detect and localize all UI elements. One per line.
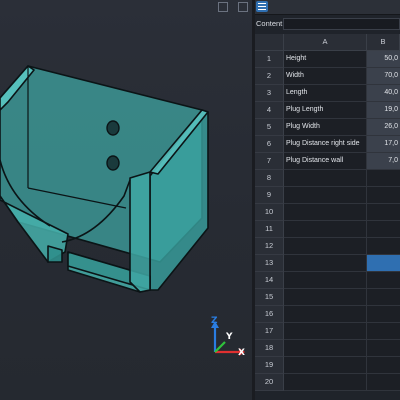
cell-b[interactable]: 40,0	[367, 85, 400, 102]
cell-b[interactable]	[367, 306, 400, 323]
cell-b[interactable]	[367, 340, 400, 357]
axis-x-label: X	[238, 348, 245, 358]
cell-b[interactable]	[367, 204, 400, 221]
row-header[interactable]: 2	[255, 68, 284, 85]
cell-b[interactable]	[367, 170, 400, 187]
cell-a[interactable]	[284, 374, 367, 391]
axis-z-label: Z	[211, 316, 218, 326]
cell-a[interactable]	[284, 187, 367, 204]
cell-b[interactable]	[367, 357, 400, 374]
row-header[interactable]: 15	[255, 289, 284, 306]
cell-b[interactable]	[367, 374, 400, 391]
spreadsheet-icon[interactable]	[256, 1, 268, 12]
cell-b[interactable]	[367, 187, 400, 204]
cell-a[interactable]	[284, 323, 367, 340]
cell-b[interactable]	[367, 272, 400, 289]
cell-b[interactable]	[367, 323, 400, 340]
cell-b[interactable]	[367, 289, 400, 306]
cell-a[interactable]: Plug Distance right side	[284, 136, 367, 153]
screw-hole-lower	[106, 155, 120, 171]
cell-a[interactable]	[284, 306, 367, 323]
cell-a[interactable]: Plug Width	[284, 119, 367, 136]
cell-a[interactable]	[284, 238, 367, 255]
cell-a[interactable]: Height	[284, 51, 367, 68]
axis-y-label: Y	[226, 332, 233, 342]
row-header[interactable]: 4	[255, 102, 284, 119]
row-header[interactable]: 16	[255, 306, 284, 323]
cell-a[interactable]: Plug Distance wall	[284, 153, 367, 170]
cell-a[interactable]	[284, 255, 367, 272]
spreadsheet-panel: Content: A B 1 Height 50,0 2 Width 70,0 3 Lengt…	[255, 0, 400, 400]
row-header[interactable]: 5	[255, 119, 284, 136]
column-header-b[interactable]: B	[367, 34, 400, 51]
row-header[interactable]: 13	[255, 255, 284, 272]
cell-a[interactable]: Width	[284, 68, 367, 85]
row-header[interactable]: 7	[255, 153, 284, 170]
cell-b[interactable]	[367, 221, 400, 238]
model-front-right-wall	[129, 171, 151, 293]
row-header[interactable]: 12	[255, 238, 284, 255]
row-header[interactable]: 20	[255, 374, 284, 391]
row-header[interactable]: 6	[255, 136, 284, 153]
cell-b[interactable]	[367, 238, 400, 255]
view-icon-1[interactable]	[218, 2, 228, 12]
row-header[interactable]: 11	[255, 221, 284, 238]
cell-b[interactable]: 17,0	[367, 136, 400, 153]
content-label: Content:	[256, 19, 285, 28]
row-header[interactable]: 3	[255, 85, 284, 102]
cell-a[interactable]	[284, 289, 367, 306]
cell-b[interactable]: 70,0	[367, 68, 400, 85]
content-bar: Content:	[255, 16, 400, 32]
cell-a[interactable]	[284, 170, 367, 187]
spreadsheet-toolbar	[255, 0, 400, 15]
cell-b[interactable]: 50,0	[367, 51, 400, 68]
screw-hole-upper	[106, 120, 120, 136]
cell-a[interactable]	[284, 340, 367, 357]
row-header[interactable]: 10	[255, 204, 284, 221]
column-header-a[interactable]: A	[284, 34, 367, 51]
row-header[interactable]: 18	[255, 340, 284, 357]
row-header[interactable]: 19	[255, 357, 284, 374]
cell-a[interactable]	[284, 357, 367, 374]
corner-header[interactable]	[255, 34, 284, 51]
content-input[interactable]	[283, 18, 400, 30]
cell-a[interactable]	[284, 221, 367, 238]
row-header[interactable]: 17	[255, 323, 284, 340]
cell-b-selected[interactable]	[367, 255, 400, 272]
cell-b[interactable]: 26,0	[367, 119, 400, 136]
cell-a[interactable]	[284, 204, 367, 221]
row-header[interactable]: 9	[255, 187, 284, 204]
cell-a[interactable]: Plug Length	[284, 102, 367, 119]
cell-b[interactable]: 19,0	[367, 102, 400, 119]
cell-a[interactable]	[284, 272, 367, 289]
3d-viewport[interactable]: Z Y X	[0, 0, 252, 400]
row-header[interactable]: 1	[255, 51, 284, 68]
axis-indicator: Z Y X	[205, 316, 250, 366]
row-header[interactable]: 14	[255, 272, 284, 289]
cell-a[interactable]: Length	[284, 85, 367, 102]
row-header[interactable]: 8	[255, 170, 284, 187]
cell-b[interactable]: 7,0	[367, 153, 400, 170]
horizontal-scrollbar[interactable]	[255, 392, 400, 400]
view-icon-2[interactable]	[238, 2, 248, 12]
